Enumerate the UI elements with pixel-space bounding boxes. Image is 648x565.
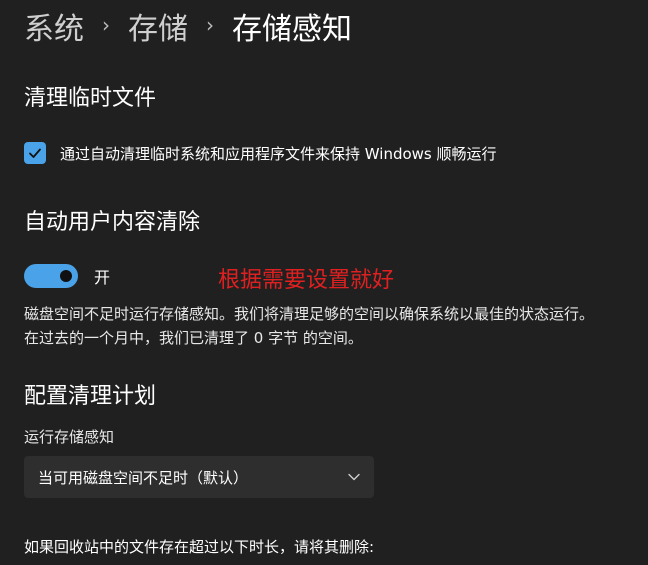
temp-files-checkbox[interactable] bbox=[24, 142, 46, 164]
breadcrumb: 系统 › 存储 › 存储感知 bbox=[24, 4, 352, 48]
recycle-bin-label: 如果回收站中的文件存在超过以下时长，请将其删除: bbox=[24, 538, 375, 556]
dropdown-selected-value: 当可用磁盘空间不足时（默认） bbox=[38, 468, 249, 487]
checkmark-icon bbox=[29, 148, 41, 158]
breadcrumb-separator: › bbox=[102, 13, 110, 37]
run-storage-sense-dropdown[interactable]: 当可用磁盘空间不足时（默认） bbox=[24, 456, 374, 498]
breadcrumb-system[interactable]: 系统 bbox=[24, 4, 84, 48]
breadcrumb-storage[interactable]: 存储 bbox=[128, 4, 188, 48]
user-content-description: 磁盘空间不足时运行存储感知。我们将清理足够的空间以确保系统以最佳的状态运行。 在… bbox=[24, 305, 595, 347]
toggle-state-label: 开 bbox=[94, 268, 111, 287]
chevron-down-icon bbox=[348, 473, 360, 481]
schedule-heading: 配置清理计划 bbox=[24, 384, 157, 409]
user-content-heading: 自动用户内容清除 bbox=[24, 210, 201, 235]
storage-sense-page: 系统 › 存储 › 存储感知 清理临时文件 通过自动清理临时系统和应用程序文件来… bbox=[0, 0, 648, 565]
toggle-knob bbox=[60, 270, 72, 282]
temp-files-checkbox-label: 通过自动清理临时系统和应用程序文件来保持 Windows 顺畅运行 bbox=[60, 144, 497, 163]
run-storage-sense-label: 运行存储感知 bbox=[24, 428, 115, 446]
user-content-toggle-row: 开 bbox=[24, 264, 110, 288]
page-title: 存储感知 bbox=[232, 12, 352, 47]
breadcrumb-separator: › bbox=[206, 13, 214, 37]
temp-files-checkbox-row[interactable]: 通过自动清理临时系统和应用程序文件来保持 Windows 顺畅运行 bbox=[24, 142, 497, 164]
annotation-text: 根据需要设置就好 bbox=[218, 268, 395, 293]
temp-files-heading: 清理临时文件 bbox=[24, 86, 157, 111]
user-content-toggle[interactable] bbox=[24, 264, 78, 288]
